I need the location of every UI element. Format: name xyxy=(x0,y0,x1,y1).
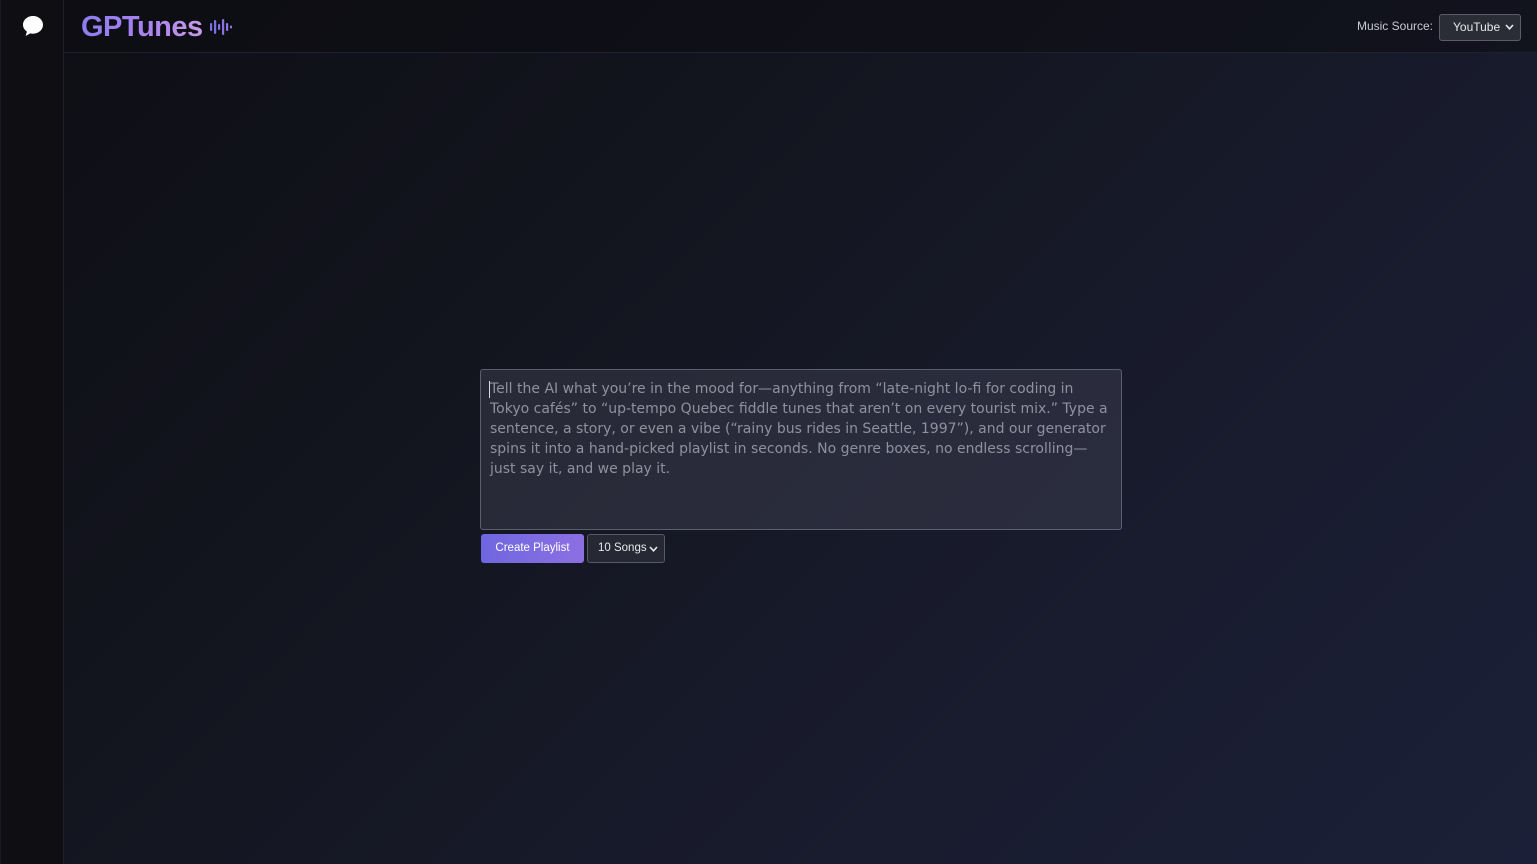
song-count-value: 10 Songs xyxy=(598,542,647,554)
create-playlist-button[interactable]: Create Playlist xyxy=(481,534,584,563)
audio-wave-icon xyxy=(210,19,232,35)
prompt-placeholder: Tell the AI what you’re in the mood for—… xyxy=(490,381,1108,477)
song-count-select[interactable]: 10 Songs xyxy=(587,534,665,563)
chat-button[interactable] xyxy=(20,13,46,39)
left-rail xyxy=(0,0,64,864)
brand-title[interactable]: GPTunes xyxy=(81,9,203,45)
music-source-select[interactable]: YouTube xyxy=(1439,14,1521,41)
playlist-prompt-input[interactable]: Tell the AI what you’re in the mood for—… xyxy=(480,369,1122,530)
app-root: GPTunes Music Source: YouTube Tell the A… xyxy=(0,0,1537,864)
chevron-down-icon xyxy=(649,546,658,552)
top-header: GPTunes Music Source: YouTube xyxy=(64,0,1537,53)
text-caret xyxy=(489,381,490,398)
chat-bubble-icon xyxy=(23,16,43,36)
music-source-label: Music Source: xyxy=(1356,19,1433,33)
main-area: GPTunes Music Source: YouTube Tell the A… xyxy=(64,0,1537,864)
music-source-value: YouTube xyxy=(1453,20,1501,34)
chevron-down-icon xyxy=(1505,24,1514,30)
